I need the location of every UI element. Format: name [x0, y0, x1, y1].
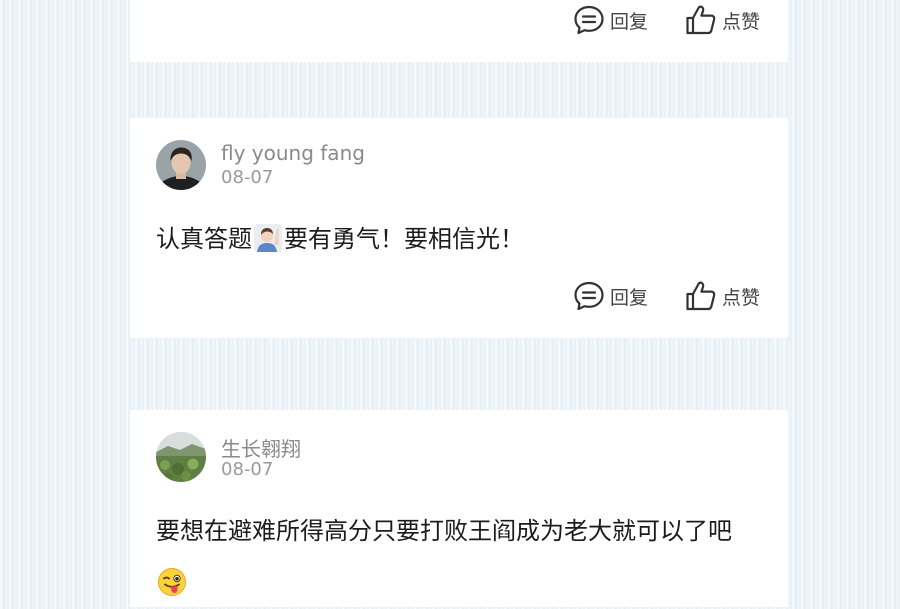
like-button[interactable]: 点赞: [684, 279, 760, 313]
winking-tongue-emoji-icon: [158, 568, 186, 596]
comment-date: 08-07: [221, 167, 274, 188]
comment-icon: [574, 5, 604, 35]
comment-actions: 回复 点赞: [572, 279, 760, 313]
username[interactable]: fly young fang: [221, 141, 365, 165]
thumbs-up-icon: [686, 5, 716, 35]
raising-hand-emoji-icon: [254, 224, 282, 252]
comment-text-part: 要有勇气！要相信光！: [284, 225, 524, 253]
like-label: 点赞: [721, 10, 760, 33]
comment-card: fly young fang 08-07 认真答题 要有勇气！要相信光！ 回复 …: [130, 118, 788, 338]
reply-label: 回复: [609, 10, 648, 33]
like-label: 点赞: [721, 286, 760, 309]
comment-text: 认真答题 要有勇气！要相信光！: [156, 213, 756, 265]
reply-button[interactable]: 回复: [572, 279, 648, 313]
comment-card: 生长翱翔 08-07 要想在避难所得高分只要打败王阎成为老大就可以了吧: [130, 410, 788, 607]
avatar[interactable]: [156, 432, 206, 482]
comment-card-partial: 回复 点赞: [130, 0, 788, 62]
comment-date: 08-07: [221, 459, 274, 480]
like-button[interactable]: 点赞: [684, 3, 760, 37]
avatar[interactable]: [156, 140, 206, 190]
username[interactable]: 生长翱翔: [221, 433, 301, 462]
reply-button[interactable]: 回复: [572, 3, 648, 37]
comment-icon: [574, 281, 604, 311]
comment-text-part: 要想在避难所得高分只要打败王阎成为老大就可以了吧: [156, 517, 732, 545]
thumbs-up-icon: [686, 281, 716, 311]
avatar-portrait-icon: [156, 140, 206, 190]
reply-label: 回复: [609, 286, 648, 309]
comment-text-part: 认真答题: [156, 225, 252, 253]
avatar-landscape-icon: [156, 432, 206, 482]
comment-actions: 回复 点赞: [572, 3, 760, 37]
comment-text: 要想在避难所得高分只要打败王阎成为老大就可以了吧: [156, 505, 756, 609]
